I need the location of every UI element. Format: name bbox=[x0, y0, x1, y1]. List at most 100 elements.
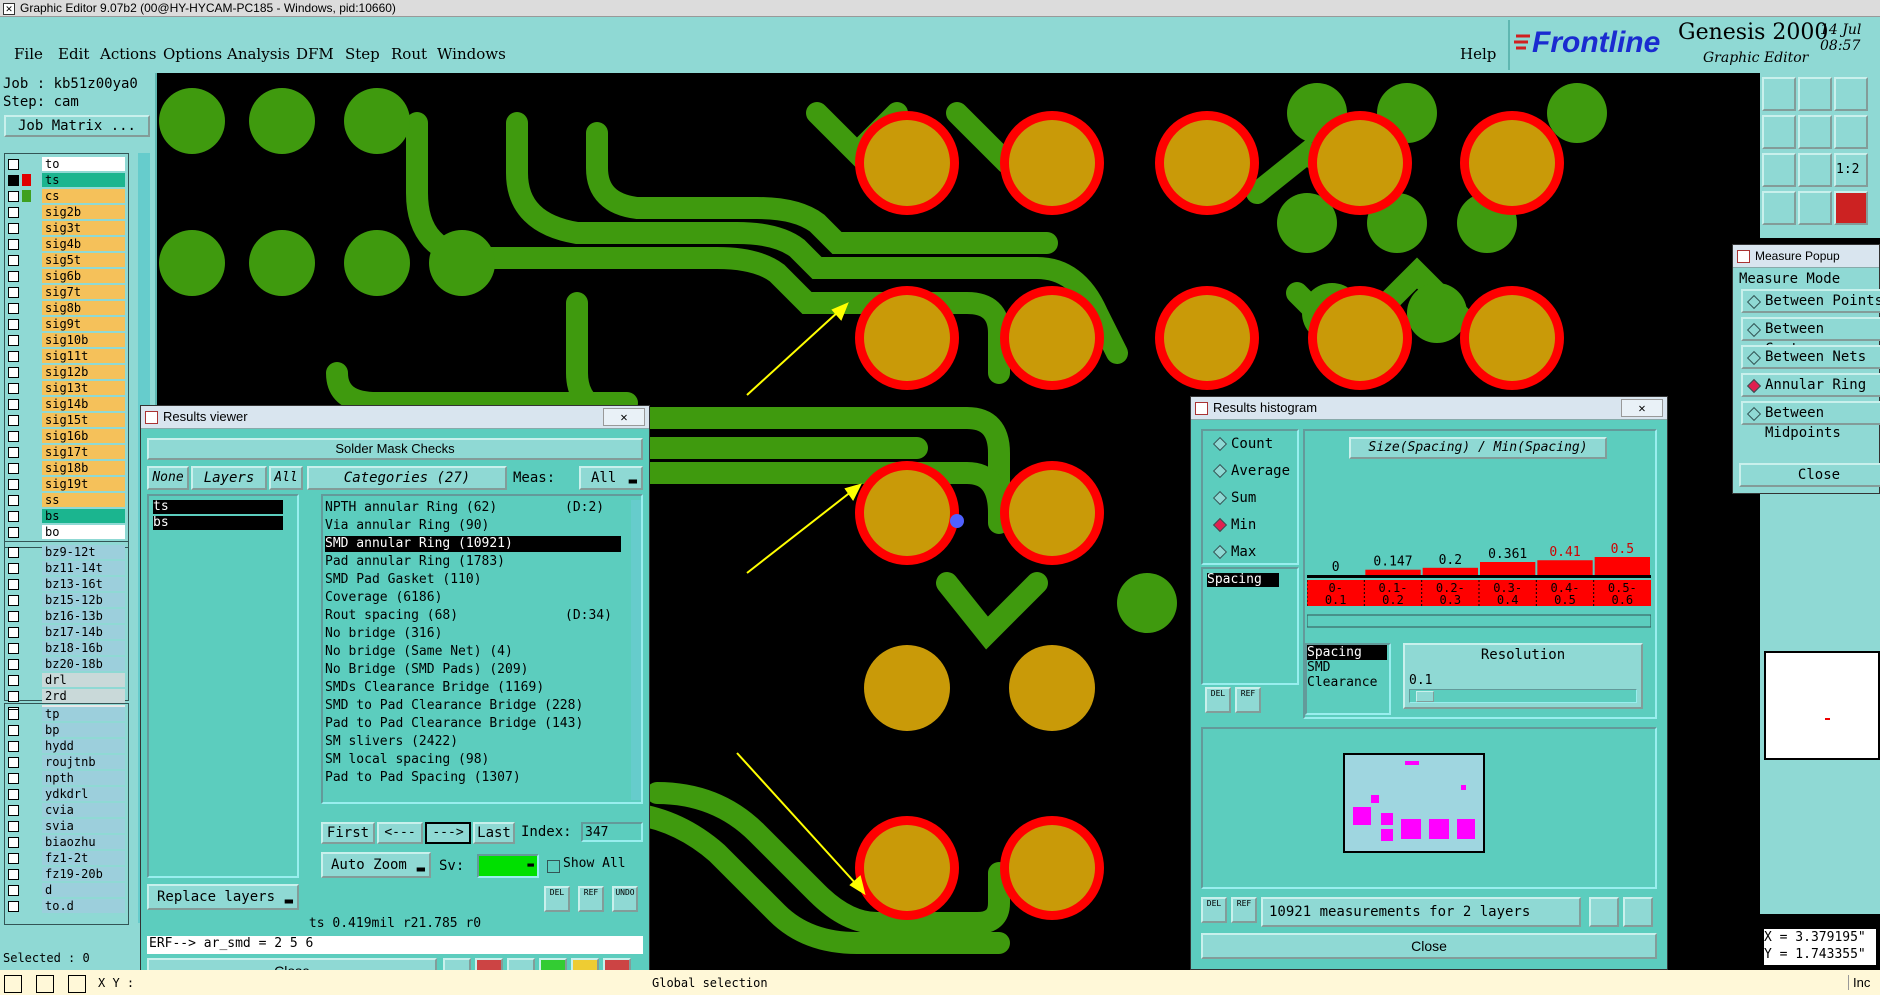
category-item[interactable]: SMDs Clearance Bridge (1169) bbox=[325, 680, 621, 696]
result-layer-bs[interactable]: bs bbox=[153, 516, 283, 530]
layer-checkbox[interactable] bbox=[8, 159, 19, 170]
layer-row-sig3t[interactable]: sig3t bbox=[5, 221, 125, 236]
layer-row-bz17-14b[interactable]: bz17-14b bbox=[5, 625, 125, 640]
measure-between-nets[interactable]: Between Nets bbox=[1741, 345, 1880, 369]
last-button[interactable]: Last bbox=[473, 822, 515, 844]
category-item[interactable]: NPTH annular Ring (62) (D:2) bbox=[325, 500, 621, 516]
category-item[interactable]: Pad to Pad Clearance Bridge (143) bbox=[325, 716, 621, 732]
layer-row-d[interactable]: d bbox=[5, 883, 125, 898]
category-item[interactable]: Via annular Ring (90) bbox=[325, 518, 621, 534]
layer-checkbox[interactable] bbox=[8, 447, 19, 458]
layer-row-sig8b[interactable]: sig8b bbox=[5, 301, 125, 316]
meas-list-clearance[interactable]: Clearance bbox=[1307, 675, 1389, 690]
layer-row-sig12b[interactable]: sig12b bbox=[5, 365, 125, 380]
layer-checkbox[interactable] bbox=[8, 175, 19, 186]
layer-checkbox[interactable] bbox=[8, 255, 19, 266]
layer-row-tp[interactable]: tp bbox=[5, 707, 125, 722]
layer-row-cs[interactable]: cs bbox=[5, 189, 125, 204]
layer-checkbox[interactable] bbox=[8, 837, 19, 848]
category-item[interactable]: SM local spacing (98) bbox=[325, 752, 621, 768]
first-button[interactable]: First bbox=[321, 822, 375, 844]
select-tool-icon[interactable] bbox=[4, 975, 22, 993]
home-up-icon[interactable] bbox=[1762, 77, 1796, 111]
category-item[interactable]: Pad annular Ring (1783) bbox=[325, 554, 621, 570]
category-item[interactable]: No bridge (Same Net) (4) bbox=[325, 644, 621, 660]
none-button[interactable]: None bbox=[147, 466, 189, 490]
category-item[interactable]: No bridge (316) bbox=[325, 626, 621, 642]
layer-row-bz13-16t[interactable]: bz13-16t bbox=[5, 577, 125, 592]
layer-checkbox[interactable] bbox=[8, 659, 19, 670]
home-icon[interactable] bbox=[1834, 77, 1868, 111]
layer-row-biaozhu[interactable]: biaozhu bbox=[5, 835, 125, 850]
layer-checkbox[interactable] bbox=[8, 627, 19, 638]
layer-checkbox[interactable] bbox=[8, 319, 19, 330]
home-down-icon[interactable] bbox=[1798, 77, 1832, 111]
menu-actions[interactable]: Actions bbox=[100, 45, 156, 63]
layer-row-to[interactable]: to bbox=[5, 157, 125, 172]
category-item[interactable]: SMD Pad Gasket (110) bbox=[325, 572, 621, 588]
undo-icon[interactable]: UNDO bbox=[612, 886, 638, 912]
histogram-category-label[interactable]: 0.1-0.2 bbox=[1379, 581, 1408, 607]
layer-row-svia[interactable]: svia bbox=[5, 819, 125, 834]
layer-checkbox[interactable] bbox=[8, 901, 19, 912]
layer-checkbox[interactable] bbox=[8, 271, 19, 282]
category-item[interactable]: Rout spacing (68) (D:34) bbox=[325, 608, 621, 624]
category-item[interactable]: Pad to Pad Spacing (1307) bbox=[325, 770, 621, 786]
layer-row-to.d[interactable]: to.d bbox=[5, 899, 125, 914]
layer-checkbox[interactable] bbox=[8, 351, 19, 362]
layer-checkbox[interactable] bbox=[8, 757, 19, 768]
zoom-one-to-two-icon[interactable]: 1:2 bbox=[1834, 153, 1868, 187]
histogram-ref-icon[interactable]: REF bbox=[1235, 687, 1261, 713]
results-viewer-close-icon[interactable]: ✕ bbox=[603, 408, 645, 426]
menu-edit[interactable]: Edit bbox=[58, 45, 89, 63]
menu-options[interactable]: Options bbox=[163, 45, 222, 63]
layer-row-sig14b[interactable]: sig14b bbox=[5, 397, 125, 412]
minimap[interactable] bbox=[1764, 651, 1880, 760]
layer-row-ydkdrl[interactable]: ydkdrl bbox=[5, 787, 125, 802]
all-button[interactable]: All bbox=[269, 466, 303, 490]
layer-row-bz16-13b[interactable]: bz16-13b bbox=[5, 609, 125, 624]
layer-checkbox[interactable] bbox=[8, 709, 19, 720]
menu-dfm[interactable]: DFM bbox=[296, 45, 334, 63]
layer-checkbox[interactable] bbox=[8, 287, 19, 298]
layer-row-fz1-2t[interactable]: fz1-2t bbox=[5, 851, 125, 866]
layer-checkbox[interactable] bbox=[8, 773, 19, 784]
layer-row-fz19-20b[interactable]: fz19-20b bbox=[5, 867, 125, 882]
category-item[interactable]: No Bridge (SMD Pads) (209) bbox=[325, 662, 621, 678]
zoom-fit-icon[interactable] bbox=[1762, 153, 1796, 187]
measure-between-contours[interactable]: Between Contours bbox=[1741, 317, 1880, 357]
grid-icon[interactable] bbox=[1798, 191, 1832, 225]
replace-layers-select[interactable]: Replace layers ▬ bbox=[147, 884, 299, 910]
pan-right-icon[interactable] bbox=[1798, 115, 1832, 149]
layer-row-2rd[interactable]: 2rd bbox=[5, 689, 125, 704]
layer-checkbox[interactable] bbox=[8, 611, 19, 622]
layer-checkbox[interactable] bbox=[8, 595, 19, 606]
sv-color-select[interactable]: ▬ bbox=[477, 854, 539, 878]
histogram-category-label[interactable]: 0.3-0.4 bbox=[1493, 581, 1522, 607]
layer-checkbox[interactable] bbox=[8, 511, 19, 522]
layer-checkbox[interactable] bbox=[8, 885, 19, 896]
histogram-del-icon[interactable]: DEL bbox=[1205, 687, 1231, 713]
draw-tool-icon[interactable] bbox=[36, 975, 54, 993]
layer-checkbox[interactable] bbox=[8, 741, 19, 752]
measure-annular-ring[interactable]: Annular Ring bbox=[1741, 373, 1880, 397]
layer-row-sig19t[interactable]: sig19t bbox=[5, 477, 125, 492]
measure-tool-icon[interactable] bbox=[1762, 191, 1796, 225]
layer-checkbox[interactable] bbox=[8, 691, 19, 702]
pan-center-icon[interactable] bbox=[1834, 115, 1868, 149]
layer-checkbox[interactable] bbox=[8, 303, 19, 314]
measure-between-points[interactable]: Between Points bbox=[1741, 289, 1880, 313]
layer-row-sig5t[interactable]: sig5t bbox=[5, 253, 125, 268]
layer-checkbox[interactable] bbox=[8, 725, 19, 736]
menu-analysis[interactable]: Analysis bbox=[227, 45, 290, 63]
layer-row-bz9-12t[interactable]: bz9-12t bbox=[5, 545, 125, 560]
histogram-close-icon[interactable]: ✕ bbox=[1621, 399, 1663, 417]
zoom-center-icon[interactable] bbox=[1798, 153, 1832, 187]
layer-row-bz20-18b[interactable]: bz20-18b bbox=[5, 657, 125, 672]
layer-checkbox[interactable] bbox=[8, 367, 19, 378]
layer-checkbox[interactable] bbox=[8, 579, 19, 590]
index-input[interactable] bbox=[581, 822, 643, 842]
layer-checkbox[interactable] bbox=[8, 239, 19, 250]
del-icon[interactable]: DEL bbox=[544, 886, 570, 912]
layer-checkbox[interactable] bbox=[8, 643, 19, 654]
